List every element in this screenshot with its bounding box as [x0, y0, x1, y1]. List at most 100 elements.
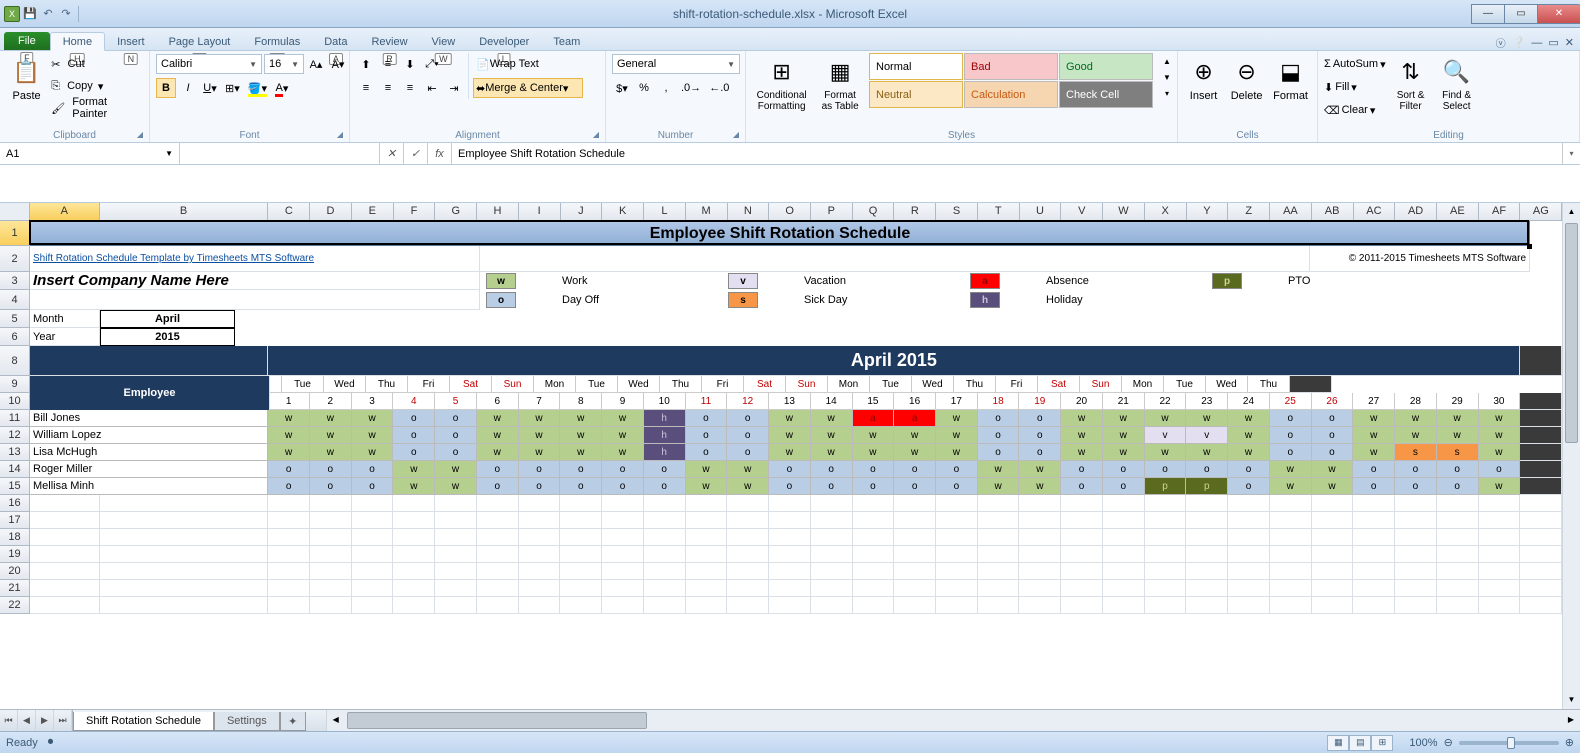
shift-cell[interactable]: w: [1103, 444, 1145, 461]
shift-cell[interactable]: w: [435, 461, 477, 478]
shift-cell[interactable]: w: [811, 444, 853, 461]
shift-cell[interactable]: w: [268, 444, 310, 461]
font-launcher[interactable]: ◢: [334, 128, 346, 140]
shift-cell[interactable]: w: [1270, 478, 1312, 495]
style-neutral[interactable]: Neutral: [869, 81, 963, 108]
col-header-AD[interactable]: AD: [1395, 203, 1437, 221]
shift-cell[interactable]: w: [1270, 461, 1312, 478]
shift-cell[interactable]: w: [1479, 410, 1521, 427]
cancel-formula-icon[interactable]: ✕: [380, 143, 404, 164]
shift-cell[interactable]: o: [435, 410, 477, 427]
shift-cell[interactable]: w: [1186, 410, 1228, 427]
shift-cell[interactable]: w: [1312, 461, 1354, 478]
col-header-G[interactable]: G: [435, 203, 477, 221]
day-num-3[interactable]: 3: [352, 393, 394, 410]
shift-cell[interactable]: o: [310, 478, 352, 495]
name-box[interactable]: A1▼: [0, 143, 180, 164]
save-icon[interactable]: 💾: [22, 6, 38, 22]
first-sheet-button[interactable]: ⏮: [0, 710, 18, 731]
col-header-AE[interactable]: AE: [1437, 203, 1479, 221]
shift-cell[interactable]: o: [1270, 444, 1312, 461]
month-label[interactable]: Month: [30, 310, 100, 328]
day-num-4[interactable]: 4: [393, 393, 435, 410]
tab-pagelayout[interactable]: Page LayoutP: [157, 33, 243, 50]
row-header-21[interactable]: 21: [0, 580, 30, 597]
vertical-scrollbar[interactable]: ▲ ▼: [1562, 203, 1580, 709]
shift-cell[interactable]: w: [310, 427, 352, 444]
shift-cell[interactable]: o: [393, 427, 435, 444]
shift-cell[interactable]: o: [1353, 461, 1395, 478]
col-header-AB[interactable]: AB: [1312, 203, 1354, 221]
employee-name[interactable]: Bill Jones: [30, 410, 268, 427]
next-sheet-button[interactable]: ▶: [36, 710, 54, 731]
day-num-11[interactable]: 11: [686, 393, 728, 410]
day-num-14[interactable]: 14: [811, 393, 853, 410]
col-header-I[interactable]: I: [519, 203, 561, 221]
shift-cell[interactable]: w: [1395, 427, 1437, 444]
day-num-28[interactable]: 28: [1395, 393, 1437, 410]
prev-sheet-button[interactable]: ◀: [18, 710, 36, 731]
shift-cell[interactable]: o: [519, 478, 561, 495]
shift-cell[interactable]: o: [811, 478, 853, 495]
shift-cell[interactable]: w: [1228, 444, 1270, 461]
year-label[interactable]: Year: [30, 328, 100, 346]
decrease-indent-button[interactable]: ⇤: [422, 78, 442, 98]
border-button[interactable]: ⊞▾: [222, 78, 243, 98]
shift-cell[interactable]: o: [727, 410, 769, 427]
col-header-X[interactable]: X: [1145, 203, 1187, 221]
shift-cell[interactable]: w: [727, 478, 769, 495]
shift-cell[interactable]: w: [1437, 427, 1479, 444]
shift-cell[interactable]: w: [1061, 444, 1103, 461]
shift-cell[interactable]: w: [1186, 444, 1228, 461]
align-center-button[interactable]: ≡: [378, 78, 398, 98]
percent-button[interactable]: %: [634, 78, 654, 98]
day-num-17[interactable]: 17: [936, 393, 978, 410]
col-header-S[interactable]: S: [936, 203, 978, 221]
day-num-7[interactable]: 7: [519, 393, 561, 410]
align-left-button[interactable]: ≡: [356, 78, 376, 98]
shift-cell[interactable]: w: [1228, 427, 1270, 444]
close-button[interactable]: ✕: [1537, 4, 1580, 24]
increase-indent-button[interactable]: ⇥: [444, 78, 464, 98]
shift-cell[interactable]: o: [1312, 427, 1354, 444]
row-header-11[interactable]: 11: [0, 410, 30, 427]
clipboard-launcher[interactable]: ◢: [134, 128, 146, 140]
day-num-12[interactable]: 12: [727, 393, 769, 410]
shift-cell[interactable]: o: [519, 461, 561, 478]
shift-cell[interactable]: o: [268, 478, 310, 495]
col-header-U[interactable]: U: [1020, 203, 1062, 221]
day-name-24[interactable]: Fri: [996, 376, 1038, 393]
shift-cell[interactable]: w: [811, 410, 853, 427]
day-num-27[interactable]: 27: [1353, 393, 1395, 410]
col-header-N[interactable]: N: [728, 203, 770, 221]
shift-cell[interactable]: h: [644, 444, 686, 461]
format-painter-button[interactable]: Format Painter: [72, 96, 143, 120]
col-header-A[interactable]: A: [30, 203, 100, 221]
shift-cell[interactable]: p: [1145, 478, 1187, 495]
col-header-T[interactable]: T: [978, 203, 1020, 221]
copyright-text[interactable]: © 2011-2015 Timesheets MTS Software: [1310, 246, 1530, 272]
day-name-12[interactable]: Sun: [492, 376, 534, 393]
gallery-up-button[interactable]: ▲: [1157, 53, 1177, 69]
tab-review[interactable]: ReviewR: [359, 33, 419, 50]
shift-cell[interactable]: w: [435, 478, 477, 495]
shift-cell[interactable]: o: [1437, 461, 1479, 478]
shift-cell[interactable]: o: [1437, 478, 1479, 495]
day-name-25[interactable]: Sat: [1038, 376, 1080, 393]
horizontal-scrollbar[interactable]: ◀ ▶: [326, 710, 1580, 731]
col-header-H[interactable]: H: [477, 203, 519, 221]
col-header-L[interactable]: L: [644, 203, 686, 221]
row-header-12[interactable]: 12: [0, 427, 30, 444]
shift-cell[interactable]: o: [686, 410, 728, 427]
horizontal-scroll-thumb[interactable]: [347, 712, 647, 729]
align-top-button[interactable]: ⬆: [356, 54, 376, 74]
shift-cell[interactable]: w: [393, 478, 435, 495]
day-num-18[interactable]: 18: [978, 393, 1020, 410]
vertical-scroll-thumb[interactable]: [1565, 223, 1578, 443]
shift-cell[interactable]: o: [1103, 478, 1145, 495]
shift-cell[interactable]: w: [1019, 478, 1061, 495]
shift-cell[interactable]: o: [894, 461, 936, 478]
row-header-2[interactable]: 2: [0, 246, 30, 272]
shift-cell[interactable]: w: [1019, 461, 1061, 478]
row-header-5[interactable]: 5: [0, 310, 30, 328]
